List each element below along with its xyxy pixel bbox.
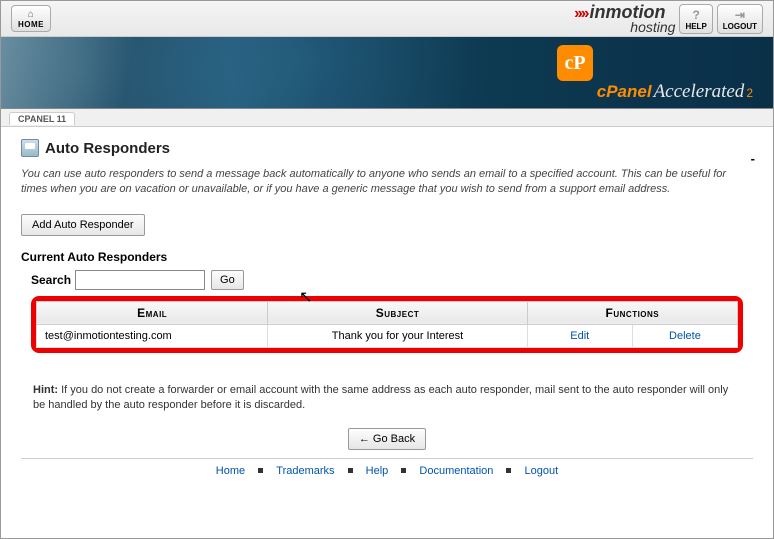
accelerated-sub: 2 [746, 86, 753, 100]
edit-link[interactable]: Edit [570, 330, 589, 342]
separator-icon [401, 468, 406, 473]
cpanel-word: cPanel [597, 82, 652, 102]
banner-graphic [1, 37, 181, 109]
banner: cP cPanel Accelerated 2 [1, 37, 773, 109]
page-header: Auto Responders [21, 139, 753, 157]
logout-label: LOGOUT [723, 22, 757, 31]
logout-icon: ⇥ [723, 8, 757, 22]
topbar: ⌂ HOME ›››› inmotion hosting ? HELP ⇥ LO… [1, 1, 773, 37]
page-title: Auto Responders [45, 140, 170, 157]
home-icon: ⌂ [18, 9, 44, 20]
content: Auto Responders You can use auto respond… [1, 127, 773, 495]
brand-sub: hosting [630, 19, 675, 35]
responders-table: Email Subject Functions test@inmotiontes… [36, 301, 738, 348]
highlight-box: Email Subject Functions test@inmotiontes… [31, 296, 743, 353]
page-description: You can use auto responders to send a me… [21, 167, 753, 198]
col-email: Email [37, 301, 268, 324]
search-label: Search [31, 273, 71, 287]
col-subject: Subject [268, 301, 527, 324]
cell-subject: Thank you for your Interest [268, 324, 527, 347]
help-button[interactable]: ? HELP [679, 4, 712, 34]
autoresponder-icon [21, 139, 39, 157]
go-button[interactable]: Go [211, 270, 244, 290]
tab-cpanel11[interactable]: CPANEL 11 [9, 112, 75, 125]
current-heading: Current Auto Responders [21, 250, 753, 264]
accelerated-word: Accelerated [654, 81, 745, 103]
footer: Home Trademarks Help Documentation Logou… [21, 458, 753, 483]
go-back-button[interactable]: ← Go Back [348, 428, 426, 450]
table-row: test@inmotiontesting.com Thank you for y… [37, 324, 738, 347]
delete-link[interactable]: Delete [669, 330, 701, 342]
home-label: HOME [18, 20, 44, 29]
hint-label: Hint: [33, 384, 58, 396]
add-autoresponder-button[interactable]: Add Auto Responder [21, 214, 145, 236]
help-label: HELP [685, 22, 706, 31]
table-header-row: Email Subject Functions [37, 301, 738, 324]
brand-arrows-icon: ›››› [574, 5, 587, 23]
cpanel-text: cPanel Accelerated 2 [597, 81, 753, 103]
cell-email: test@inmotiontesting.com [37, 324, 268, 347]
separator-icon [258, 468, 263, 473]
hint-body: If you do not create a forwarder or emai… [33, 384, 728, 411]
search-row: Search Go [21, 270, 753, 290]
footer-logout-link[interactable]: Logout [525, 465, 559, 477]
help-icon: ? [685, 8, 706, 22]
home-button[interactable]: ⌂ HOME [11, 5, 51, 32]
separator-icon [348, 468, 353, 473]
footer-help-link[interactable]: Help [366, 465, 389, 477]
footer-docs-link[interactable]: Documentation [419, 465, 493, 477]
col-functions: Functions [527, 301, 737, 324]
footer-trademarks-link[interactable]: Trademarks [276, 465, 334, 477]
footer-home-link[interactable]: Home [216, 465, 245, 477]
logout-button[interactable]: ⇥ LOGOUT [717, 4, 763, 34]
search-input[interactable] [75, 270, 205, 290]
brand-logo: ›››› inmotion hosting [574, 2, 675, 35]
tab-row: CPANEL 11 [1, 109, 773, 127]
hint-text: Hint: If you do not create a forwarder o… [33, 383, 741, 414]
collapse-button[interactable]: - [751, 151, 755, 166]
separator-icon [506, 468, 511, 473]
cpanel-badge-icon: cP [557, 45, 593, 81]
